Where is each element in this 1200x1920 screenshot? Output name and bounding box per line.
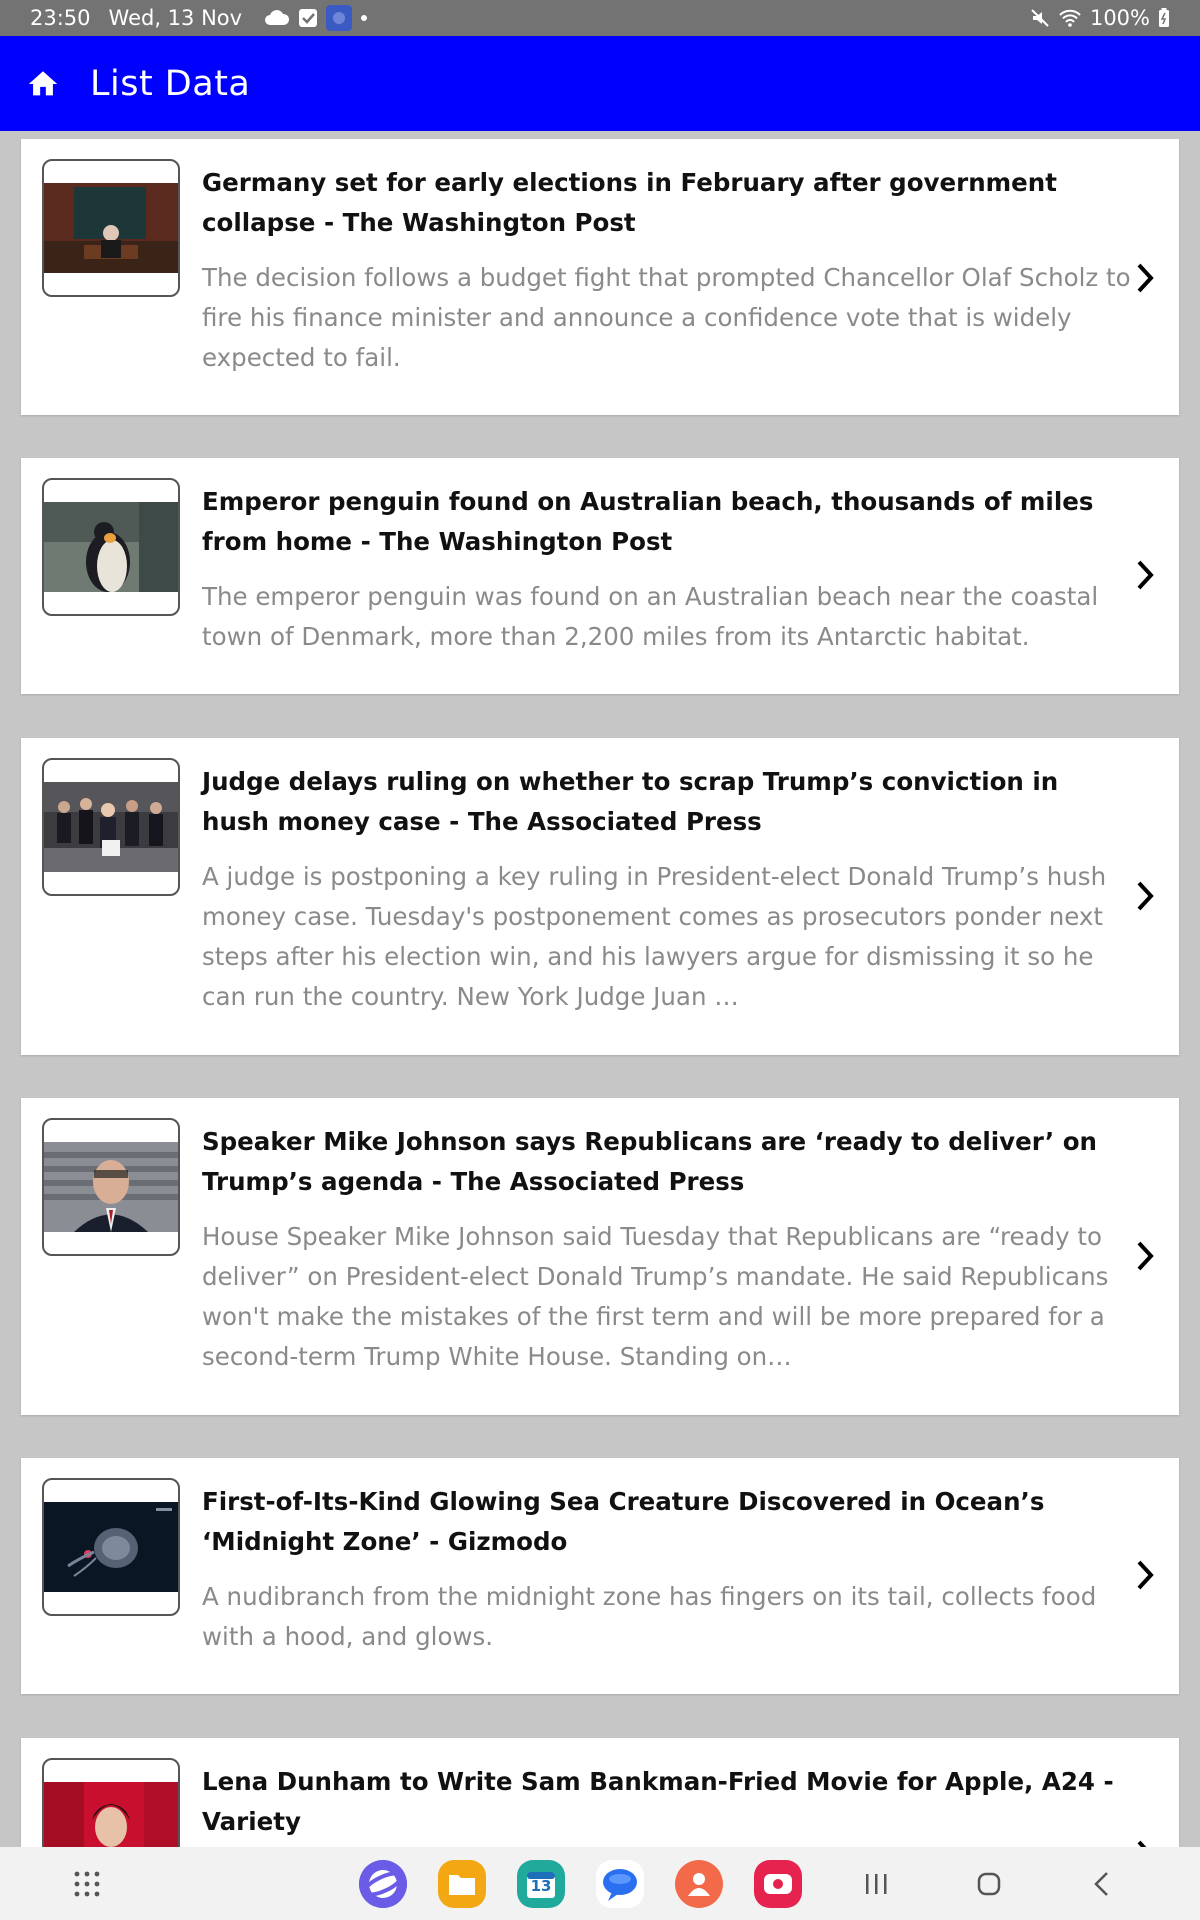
contacts-icon[interactable]	[675, 1859, 723, 1908]
list-item[interactable]: Speaker Mike Johnson says Republicans ar…	[21, 1098, 1179, 1415]
internet-browser-icon[interactable]	[359, 1859, 407, 1908]
article-thumbnail	[42, 159, 180, 297]
wifi-icon	[1058, 8, 1082, 28]
app-bar: List Data	[0, 36, 1200, 131]
home-icon[interactable]	[26, 67, 60, 101]
article-title: Speaker Mike Johnson says Republicans ar…	[202, 1127, 1097, 1196]
mute-icon	[1030, 8, 1050, 28]
status-date: Wed, 13 Nov	[108, 6, 243, 30]
list-item[interactable]: First-of-Its-Kind Glowing Sea Creature D…	[21, 1458, 1179, 1694]
chevron-right-icon[interactable]	[1129, 260, 1161, 296]
status-time: 23:50	[30, 6, 91, 30]
chevron-right-icon[interactable]	[1129, 1837, 1161, 1847]
app-icon	[326, 5, 353, 31]
checkbox-icon	[298, 8, 318, 28]
navigation-bar: 13	[0, 1847, 1200, 1920]
dot-icon	[360, 14, 368, 22]
apps-grid-icon[interactable]	[73, 1870, 101, 1898]
my-files-icon[interactable]	[438, 1859, 486, 1908]
messages-icon[interactable]	[596, 1859, 644, 1908]
article-thumbnail	[42, 1478, 180, 1616]
article-title: Germany set for early elections in Febru…	[202, 168, 1057, 237]
list-item[interactable]: Germany set for early elections in Febru…	[21, 139, 1179, 415]
article-thumbnail	[42, 1118, 180, 1256]
battery-level: 100%	[1089, 6, 1150, 30]
back-button[interactable]	[1092, 1870, 1112, 1898]
article-description: A nudibranch from the midnight zone has …	[202, 1582, 1097, 1651]
recent-apps-button[interactable]	[863, 1871, 889, 1897]
article-description: The emperor penguin was found on an Aust…	[202, 582, 1099, 651]
status-bar: 23:50 Wed, 13 Nov 100%	[0, 0, 1200, 36]
article-description: House Speaker Mike Johnson said Tuesday …	[202, 1222, 1109, 1371]
chevron-right-icon[interactable]	[1129, 878, 1161, 914]
home-button[interactable]	[976, 1871, 1002, 1897]
list-item[interactable]: Lena Dunham to Write Sam Bankman-Fried M…	[21, 1738, 1179, 1847]
screen-recorder-icon[interactable]	[754, 1859, 802, 1908]
article-thumbnail	[42, 478, 180, 616]
article-description: The decision follows a budget fight that…	[202, 263, 1131, 372]
article-thumbnail	[42, 1758, 180, 1847]
list-item[interactable]: Judge delays ruling on whether to scrap …	[21, 738, 1179, 1055]
page-title: List Data	[90, 63, 251, 104]
calendar-icon[interactable]: 13	[517, 1859, 565, 1908]
calendar-day: 13	[530, 1876, 552, 1895]
chevron-right-icon[interactable]	[1129, 557, 1161, 593]
article-title: Judge delays ruling on whether to scrap …	[202, 767, 1059, 836]
article-title: Lena Dunham to Write Sam Bankman-Fried M…	[202, 1767, 1114, 1836]
article-title: Emperor penguin found on Australian beac…	[202, 487, 1094, 556]
article-list: Germany set for early elections in Febru…	[0, 131, 1200, 1847]
list-item[interactable]: Emperor penguin found on Australian beac…	[21, 458, 1179, 694]
cloud-icon	[264, 9, 290, 27]
chevron-right-icon[interactable]	[1129, 1557, 1161, 1593]
battery-icon	[1158, 8, 1170, 28]
article-title: First-of-Its-Kind Glowing Sea Creature D…	[202, 1487, 1045, 1556]
chevron-right-icon[interactable]	[1129, 1238, 1161, 1274]
article-description: A judge is postponing a key ruling in Pr…	[202, 862, 1107, 1011]
article-thumbnail	[42, 758, 180, 896]
